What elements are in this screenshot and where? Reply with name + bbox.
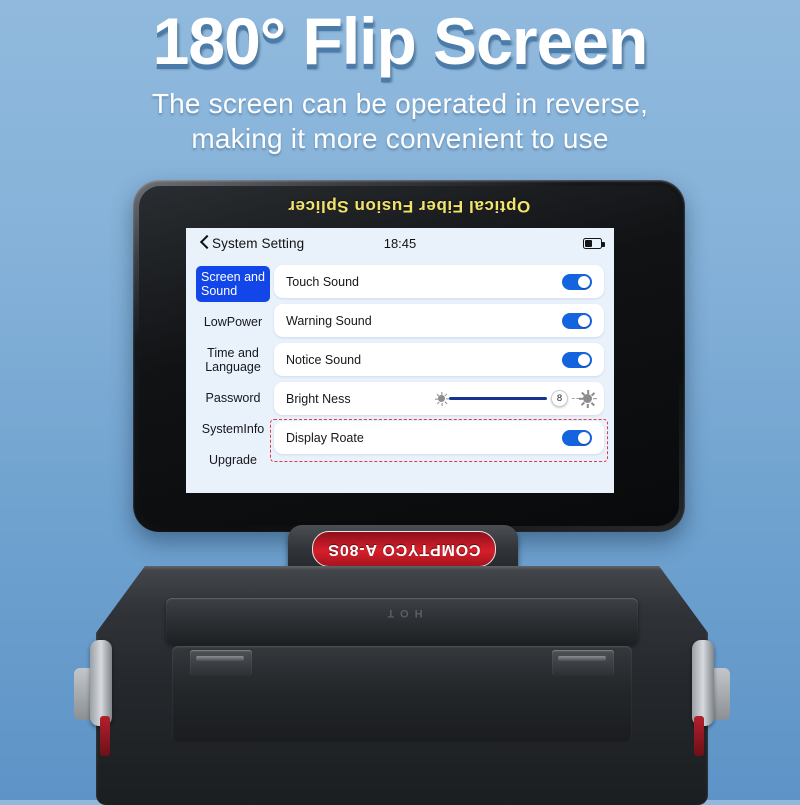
brand-badge-label: COMPTYCO A-80S	[327, 541, 481, 558]
brand-strip-label: Optical Fiber Fusion Splicer	[287, 197, 531, 216]
left-hinge	[90, 640, 112, 726]
slider-dash	[572, 398, 579, 399]
battery-icon	[583, 237, 605, 249]
hot-warning-label: HOT	[381, 607, 423, 619]
brand-badge: COMPTYCO A-80S	[312, 531, 496, 567]
toggle-touch-sound[interactable]	[562, 273, 592, 290]
toggle-display-rotate[interactable]	[562, 429, 592, 446]
row-label: Warning Sound	[286, 313, 372, 328]
slider-value[interactable]: 8	[551, 390, 568, 407]
settings-sidebar: Screen and Sound LowPower Time and Langu…	[192, 260, 274, 493]
left-clamp	[190, 650, 252, 676]
sidebar-item-password[interactable]: Password	[196, 387, 270, 409]
setting-row-notice-sound[interactable]: Notice Sound	[274, 343, 604, 376]
chevron-left-icon	[198, 235, 210, 251]
toggle-warning-sound[interactable]	[562, 312, 592, 329]
row-label: Notice Sound	[286, 352, 362, 367]
slider-track[interactable]	[449, 397, 547, 400]
sun-large-icon	[578, 389, 597, 408]
sidebar-item-screen-and-sound[interactable]: Screen and Sound	[196, 266, 270, 302]
setting-row-brightness[interactable]: Bright Ness 8	[274, 382, 604, 415]
toggle-notice-sound[interactable]	[562, 351, 592, 368]
settings-body: Screen and Sound LowPower Time and Langu…	[186, 258, 614, 493]
screen-title: System Setting	[212, 235, 305, 251]
sidebar-item-upgrade[interactable]: Upgrade	[196, 449, 270, 471]
row-label: Touch Sound	[286, 274, 359, 289]
sun-small-icon	[434, 391, 449, 406]
clamp-panel	[172, 646, 632, 742]
back-button[interactable]: System Setting	[198, 235, 304, 251]
splicer-body: COMPTYCO A-80S HOT	[74, 520, 730, 805]
left-red-accent	[100, 716, 110, 756]
sidebar-item-time-and-language[interactable]: Time and Language	[196, 342, 270, 378]
sidebar-item-lowpower[interactable]: LowPower	[196, 311, 270, 333]
setting-row-warning-sound[interactable]: Warning Sound	[274, 304, 604, 337]
lcd-screen: System Setting 18:45 Screen and Sound Lo…	[186, 228, 614, 493]
right-clamp	[552, 650, 614, 676]
right-red-accent	[694, 716, 704, 756]
row-label: Display Roate	[286, 430, 364, 445]
heater-lid: HOT	[166, 598, 638, 644]
setting-row-touch-sound[interactable]: Touch Sound	[274, 265, 604, 298]
sidebar-item-systeminfo[interactable]: SystemInfo	[196, 418, 270, 440]
fusion-splicer-device: Optical Fiber Fusion Splicer System Sett…	[0, 0, 800, 805]
brightness-slider[interactable]: 8	[434, 389, 597, 408]
settings-rows: Touch Sound Warning Sound Notice Sound B…	[270, 260, 608, 493]
row-label: Bright Ness	[286, 391, 351, 406]
setting-row-display-rotate[interactable]: Display Roate	[274, 421, 604, 454]
right-hinge	[692, 640, 714, 726]
status-bar: System Setting 18:45	[186, 228, 614, 258]
